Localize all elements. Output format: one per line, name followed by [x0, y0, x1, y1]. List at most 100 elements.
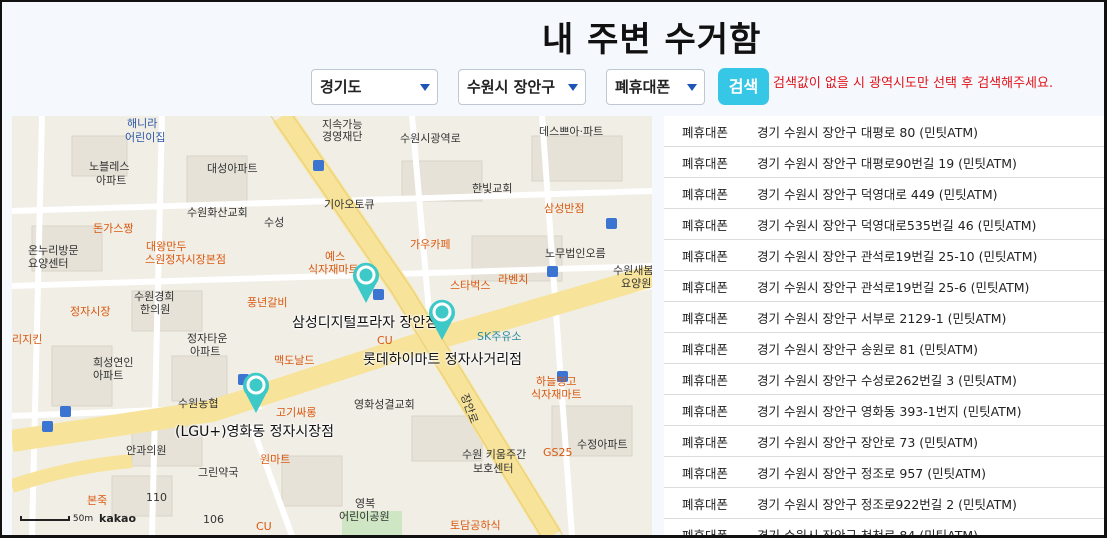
map-place-label: 돈가스짱: [93, 222, 134, 235]
map-place-label: CU: [377, 334, 393, 347]
list-item-address: 경기 수원시 장안구 송원로 81 (민팃ATM): [757, 341, 979, 357]
list-item[interactable]: 폐휴대폰 경기 수원시 장안구 덕영대로 449 (민팃ATM): [664, 178, 1104, 209]
map-place-label: 노블레스: [89, 160, 130, 173]
list-item[interactable]: 폐휴대폰 경기 수원시 장안구 덕영대로535번길 46 (민팃ATM): [664, 209, 1104, 240]
list-item-type: 폐휴대폰: [682, 372, 729, 388]
search-notice: 검색값이 없을 시 광역시도만 선택 후 검색해주세요.: [773, 76, 1054, 91]
map-place-label: 수원경희: [134, 290, 175, 303]
list-item-address: 경기 수원시 장안구 수성로262번길 3 (민팃ATM): [757, 372, 1017, 388]
list-item-type: 폐휴대폰: [682, 248, 729, 264]
map-place-label: 온누리방문: [28, 244, 79, 257]
list-item[interactable]: 폐휴대폰 경기 수원시 장안구 대평로90번길 19 (민팃ATM): [664, 147, 1104, 178]
list-item-address: 경기 수원시 장안구 덕영대로535번길 46 (민팃ATM): [757, 217, 1037, 233]
page-title: 내 주변 수거함: [542, 20, 762, 60]
map-place-label: 예스: [325, 250, 346, 263]
list-item[interactable]: 폐휴대폰 경기 수원시 장안구 정조로922번길 2 (민팃ATM): [664, 488, 1104, 519]
list-item[interactable]: 폐휴대폰 경기 수원시 장안구 정조로 957 (민팃ATM): [664, 457, 1104, 488]
map-marker-icon[interactable]: [426, 297, 458, 341]
list-item[interactable]: 폐휴대폰 경기 수원시 장안구 대평로 80 (민팃ATM): [664, 116, 1104, 147]
map-place-label: 요양원: [621, 277, 652, 290]
list-item-type: 폐휴대폰: [682, 155, 729, 171]
list-item[interactable]: 폐휴대폰 경기 수원시 장안구 수성로262번길 3 (민팃ATM): [664, 364, 1104, 395]
list-item-type: 폐휴대폰: [682, 527, 729, 538]
map-place-label: GS25: [543, 446, 573, 459]
map-place-label: 영화성결교회: [354, 398, 415, 411]
list-item[interactable]: 폐휴대폰 경기 수원시 장안구 영화동 393-1번지 (민팃ATM): [664, 395, 1104, 426]
map-place-label: 보호센터: [473, 462, 514, 475]
map-place-label: 고기싸롱: [276, 406, 317, 419]
chevron-down-icon: [420, 84, 430, 91]
map-place-label: SK주유소: [477, 330, 522, 343]
map-place-label: 희성연인: [93, 356, 134, 369]
search-button[interactable]: 검색: [718, 68, 769, 105]
list-item-type: 폐휴대폰: [682, 310, 729, 326]
list-item-type: 폐휴대폰: [682, 465, 729, 481]
map-place-label: 한빛교회: [472, 182, 513, 195]
map-scale-label: 50m: [72, 514, 94, 524]
marker-label[interactable]: 롯데하이마트 정자사거리점: [363, 349, 522, 369]
list-item-address: 경기 수원시 장안구 정조로 957 (민팃ATM): [757, 465, 986, 481]
map-place-label: 수원새봄: [613, 264, 652, 277]
map-place-label: 토담공하식: [450, 519, 501, 532]
list-item-address: 경기 수원시 장안구 장안로 73 (민팃ATM): [757, 434, 979, 450]
list-item-address: 경기 수원시 장안구 덕영대로 449 (민팃ATM): [757, 186, 998, 202]
map-marker-icon[interactable]: [240, 370, 272, 414]
map-place-label: 스타벅스: [450, 279, 491, 292]
list-item[interactable]: 폐휴대폰 경기 수원시 장안구 관석로19번길 25-10 (민팃ATM): [664, 240, 1104, 271]
map-place-label: 하늘청고: [536, 375, 577, 388]
map-place-label: 수원시광역로: [400, 132, 461, 145]
map-scale-bar: 50m: [20, 514, 93, 524]
list-item-address: 경기 수원시 장안구 대평로 80 (민팃ATM): [757, 124, 979, 140]
map-place-label: 경영재단: [322, 130, 363, 143]
map-place-label: 정자타운: [187, 332, 228, 345]
map-place-label: 아파트: [96, 174, 127, 187]
map-place-label: 대왕만두: [146, 240, 187, 253]
map-place-label: 수성: [264, 216, 285, 229]
list-item[interactable]: 폐휴대폰 경기 수원시 장안구 천천로 84 (민팃ATM): [664, 519, 1104, 538]
map-place-label: CU: [256, 520, 272, 533]
map-place-label: 그린약국: [198, 466, 239, 479]
list-item-address: 경기 수원시 장안구 관석로19번길 25-6 (민팃ATM): [757, 279, 1030, 295]
chevron-down-icon: [568, 84, 578, 91]
list-item[interactable]: 폐휴대폰 경기 수원시 장안구 서부로 2129-1 (민팃ATM): [664, 302, 1104, 333]
map-place-label: 아파트: [190, 345, 221, 358]
map-place-label: 어린이집: [125, 131, 166, 144]
category-select-value: 폐휴대폰: [615, 78, 671, 96]
map-place-label: 스원정자시장본점: [145, 253, 226, 266]
map-place-label: 어린이공원: [339, 510, 390, 523]
map-place-label: 정자시장: [70, 305, 111, 318]
map-place-label: 요양센터: [28, 257, 69, 270]
map-place-label: 데스쁘아·파트: [539, 125, 604, 138]
map-place-label: 식자재마트: [531, 388, 582, 401]
results-list[interactable]: 폐휴대폰 경기 수원시 장안구 대평로 80 (민팃ATM) 폐휴대폰 경기 수원시…: [664, 116, 1104, 538]
map-place-label: 리지킨: [12, 333, 43, 346]
marker-label[interactable]: (LGU+)영화동 정자시장점: [175, 421, 334, 441]
map-place-label: 수원농협: [178, 397, 219, 410]
map-marker-icon[interactable]: [350, 260, 382, 304]
list-item-type: 폐휴대폰: [682, 496, 729, 512]
map-view[interactable]: 해니라 어린이집 노블레스 아파트 돈가스짱 대성아파트 수원화산교회 수성 지…: [12, 116, 652, 535]
map-place-label: 삼성반점: [544, 202, 585, 215]
map-place-label: 해니라: [127, 117, 158, 130]
list-item-address: 경기 수원시 장안구 천천로 84 (민팃ATM): [757, 527, 979, 538]
category-select[interactable]: 폐휴대폰: [606, 69, 705, 105]
list-item[interactable]: 폐휴대폰 경기 수원시 장안구 장안로 73 (민팃ATM): [664, 426, 1104, 457]
province-select[interactable]: 경기도: [311, 69, 438, 105]
list-item[interactable]: 폐휴대폰 경기 수원시 장안구 송원로 81 (민팃ATM): [664, 333, 1104, 364]
marker-label[interactable]: 삼성디지털프라자 장안점: [292, 312, 438, 332]
list-item-address: 경기 수원시 장안구 정조로922번길 2 (민팃ATM): [757, 496, 1017, 512]
list-item-type: 폐휴대폰: [682, 279, 729, 295]
map-place-label: 한의원: [140, 303, 171, 316]
map-place-label: 수원화산교회: [187, 206, 248, 219]
map-place-label: 가우카페: [410, 238, 451, 251]
map-place-label: 노무법인오름: [545, 247, 606, 260]
map-place-label: 라벤치: [498, 273, 529, 286]
city-select[interactable]: 수원시 장안구: [458, 69, 586, 105]
app-window: 내 주변 수거함 경기도 수원시 장안구 폐휴대폰 검색 검색값이 없을 시 광…: [0, 0, 1107, 538]
map-place-label: 맥도날드: [274, 354, 315, 367]
map-place-label: 수정아파트: [577, 438, 628, 451]
map-place-label: 아파트: [93, 369, 124, 382]
map-place-label: 풍년갈비: [247, 296, 288, 309]
list-item-type: 폐휴대폰: [682, 217, 729, 233]
list-item[interactable]: 폐휴대폰 경기 수원시 장안구 관석로19번길 25-6 (민팃ATM): [664, 271, 1104, 302]
